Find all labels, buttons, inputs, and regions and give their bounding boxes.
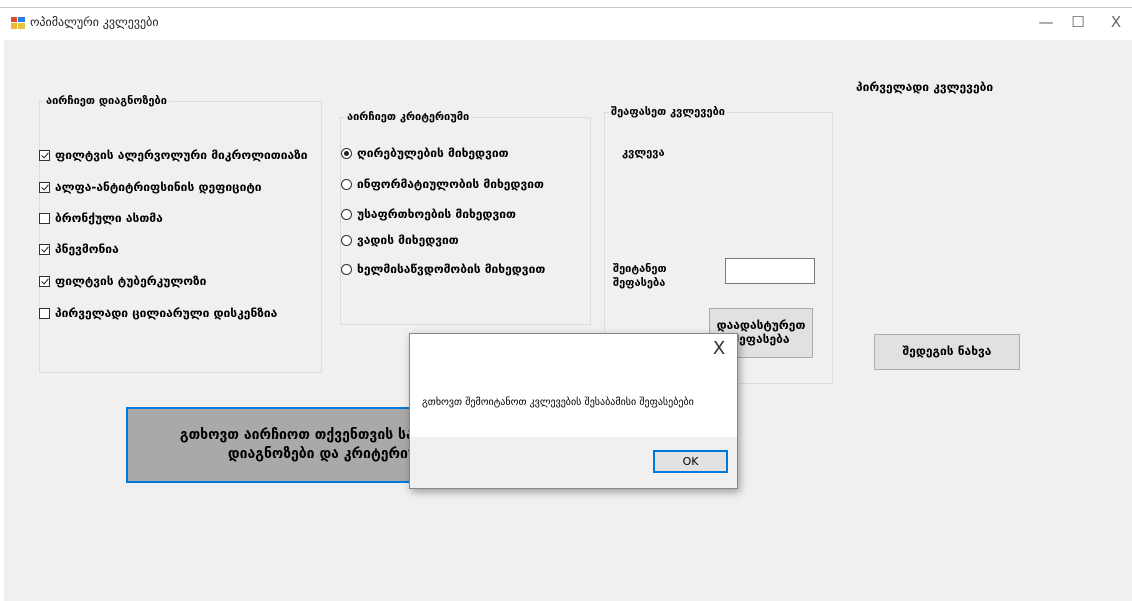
checkbox-box[interactable] xyxy=(39,149,50,161)
dialog-close-button[interactable]: X xyxy=(709,338,729,359)
criteria-group-title: აირჩიეთ კრიტერიუმი xyxy=(345,110,472,123)
view-result-button[interactable]: შედეგის ნახვა xyxy=(874,334,1020,370)
checkbox-label: პირველადი ცილიარული დისკენზია xyxy=(55,306,278,320)
checkbox-box[interactable] xyxy=(39,275,50,287)
checkbox-box[interactable] xyxy=(39,181,50,193)
title-bar: ოპიმალური კვლევები — ☐ X xyxy=(0,0,1132,40)
initial-research-heading: პირველადი კვლევები xyxy=(856,80,994,94)
close-window-button[interactable]: X xyxy=(1096,10,1132,34)
checkbox-diagnosis-1[interactable]: ფილტვის ალერვოლური მიკროლითიაზი xyxy=(39,148,308,162)
radio-criterion-5[interactable]: ხელმისაწვდომობის მიხედვით xyxy=(341,262,545,276)
message-dialog: X გთხოვთ შემოიტანოთ კვლევების შესაბამისი… xyxy=(409,333,738,489)
checkbox-diagnosis-3[interactable]: ბრონქული ასთმა xyxy=(39,211,163,225)
checkbox-label: ალფა-ანტიტრიფსინის დეფიციტი xyxy=(55,180,262,194)
radio-criterion-2[interactable]: ინფორმატიულობის მიხედვით xyxy=(341,177,544,191)
radio-circle[interactable] xyxy=(341,208,352,220)
checkbox-label: პნევმონია xyxy=(55,242,119,256)
checkbox-label: ფილტვის ალერვოლური მიკროლითიაზი xyxy=(55,148,308,162)
research-label: კვლევა xyxy=(622,146,665,159)
diagnosis-groupbox: აირჩიეთ დიაგნოზები xyxy=(39,94,322,373)
score-input-label: შეიტანეთ შეფასება xyxy=(613,262,667,289)
app-icon xyxy=(11,17,25,29)
radio-label: ვადის მიხედვით xyxy=(357,233,459,247)
radio-label: უსაფრთხოების მიხედვით xyxy=(357,207,516,221)
checkbox-diagnosis-5[interactable]: ფილტვის ტუბერკულოზი xyxy=(39,274,206,288)
maximize-button[interactable]: ☐ xyxy=(1058,10,1098,34)
radio-criterion-3[interactable]: უსაფრთხოების მიხედვით xyxy=(341,207,516,221)
checkbox-label: ბრონქული ასთმა xyxy=(55,211,163,225)
radio-circle[interactable] xyxy=(341,147,352,159)
checkbox-box[interactable] xyxy=(39,212,50,224)
radio-criterion-4[interactable]: ვადის მიხედვით xyxy=(341,233,459,247)
checkbox-label: ფილტვის ტუბერკულოზი xyxy=(55,274,207,288)
score-input[interactable] xyxy=(725,258,815,284)
dialog-ok-button[interactable]: OK xyxy=(653,450,728,473)
checkbox-diagnosis-4[interactable]: პნევმონია xyxy=(39,242,119,256)
checkbox-diagnosis-6[interactable]: პირველადი ცილიარული დისკენზია xyxy=(39,306,277,320)
radio-label: ხელმისაწვდომობის მიხედვით xyxy=(357,262,546,276)
checkbox-box[interactable] xyxy=(39,307,50,319)
window-title: ოპიმალური კვლევები xyxy=(30,15,159,29)
radio-circle[interactable] xyxy=(341,234,352,246)
radio-circle[interactable] xyxy=(341,178,352,190)
radio-label: ინფორმატიულობის მიხედვით xyxy=(357,177,544,191)
checkbox-diagnosis-2[interactable]: ალფა-ანტიტრიფსინის დეფიციტი xyxy=(39,180,262,194)
radio-circle[interactable] xyxy=(341,263,352,275)
evaluate-group-title: შეაფასეთ კვლევები xyxy=(609,105,727,118)
radio-label: ღირებულების მიხედვით xyxy=(357,146,509,160)
radio-criterion-1[interactable]: ღირებულების მიხედვით xyxy=(341,146,509,160)
checkbox-box[interactable] xyxy=(39,243,50,255)
title-bar-border xyxy=(0,7,1132,8)
dialog-message: გთხოვთ შემოიტანოთ კვლევების შესაბამისი შ… xyxy=(422,397,694,408)
diagnosis-group-title: აირჩიეთ დიაგნოზები xyxy=(44,94,169,107)
